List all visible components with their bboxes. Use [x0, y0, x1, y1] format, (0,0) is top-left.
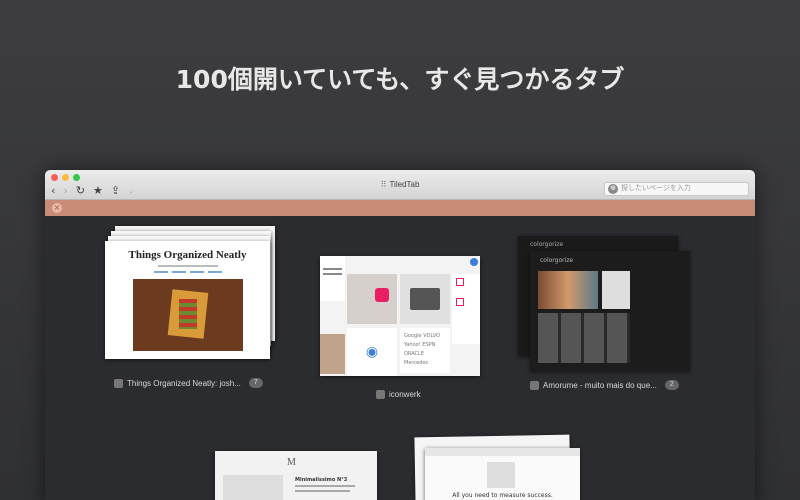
tab-group-bar: ×	[45, 200, 755, 216]
thumbnail-title: Things Organized Neatly	[128, 249, 247, 261]
toolbar: ‹ › ↻ ★ ⇪ ⌄ ⠿ TiledTab ⊕ 探したいページを入力	[45, 170, 755, 200]
favicon-icon	[114, 378, 123, 388]
thumbnail-image	[487, 462, 515, 488]
tab-thumbnail: All you need to measure success.	[425, 448, 580, 500]
search-placeholder: 探したいページを入力	[621, 185, 691, 192]
tab-label: Things Organized Neatly: josh... 7	[114, 378, 263, 388]
thumbnail-phone	[400, 274, 450, 324]
thumbnail-image	[602, 271, 630, 309]
tab-tile-iconwerk[interactable]: ◉ Google VOLVO Yahoo! ESPN ORACLE Mercedes…	[320, 256, 485, 406]
tab-label: Amorume - muito mais do que... 2	[530, 380, 679, 390]
tab-label-text: Amorume - muito mais do que...	[543, 380, 657, 390]
tab-grid: Things Organized Neatly Things Organized…	[45, 216, 755, 500]
favicon-icon	[376, 390, 385, 399]
tab-tile-measure-success[interactable]: All you need to measure success.	[414, 434, 585, 500]
thumbnail-nav	[105, 271, 270, 273]
thumbnail-title: All you need to measure success.	[452, 492, 553, 499]
thumbnail-wifi: ◉	[347, 328, 397, 376]
tab-count-badge: 2	[664, 380, 679, 390]
headline: 100個開いていても、すぐ見つかるタブ	[175, 65, 625, 94]
thumbnail-subtitle-line	[157, 265, 218, 267]
thumbnail-icon-grid	[452, 274, 480, 344]
thumbnail-gallery	[538, 313, 630, 363]
tab-tile-amorume[interactable]: colorgorize colorgorize Amorume - muito …	[515, 236, 715, 406]
favicon-icon	[530, 380, 539, 390]
thumbnail-logos: Google VOLVO Yahoo! ESPN ORACLE Mercedes	[400, 328, 450, 373]
tab-label: iconwerk	[376, 390, 421, 399]
tab-label-text: Things Organized Neatly: josh...	[127, 378, 241, 388]
thumbnail-title: Minimalissimo N°3	[295, 477, 348, 483]
thumbnail-image	[538, 271, 598, 309]
grid-icon: ⠿	[380, 180, 387, 189]
search-input[interactable]: ⊕ 探したいページを入力	[604, 182, 749, 196]
thumbnail-image	[223, 475, 283, 500]
tab-thumbnail: Things Organized Neatly	[105, 241, 270, 359]
close-icon[interactable]: ×	[52, 203, 62, 213]
thumbnail-text-block	[320, 256, 345, 301]
thumbnail-hand	[320, 334, 345, 374]
tab-tile-minimalissimo[interactable]: M Minimalissimo N°3	[215, 451, 380, 500]
tab-thumbnail: colorgorize	[530, 251, 690, 371]
tab-count-badge: 7	[248, 378, 263, 388]
tab-tile-things-organized-neatly[interactable]: Things Organized Neatly Things Organized…	[105, 226, 285, 396]
thumbnail-person	[347, 274, 397, 324]
thumbnail-title: colorgorize	[540, 257, 574, 264]
thumbnail-dot	[470, 258, 478, 266]
window-title-text: TiledTab	[389, 180, 420, 189]
globe-icon: ⊕	[608, 184, 618, 194]
tab-thumbnail: ◉ Google VOLVO Yahoo! ESPN ORACLE Mercedes	[320, 256, 480, 376]
tab-label-text: iconwerk	[389, 390, 421, 399]
browser-window: ‹ › ↻ ★ ⇪ ⌄ ⠿ TiledTab ⊕ 探したいページを入力 × Thi…	[45, 170, 755, 500]
thumbnail-logo: M	[287, 457, 296, 468]
thumbnail-photo	[132, 279, 243, 351]
tab-thumbnail: M Minimalissimo N°3	[215, 451, 377, 500]
